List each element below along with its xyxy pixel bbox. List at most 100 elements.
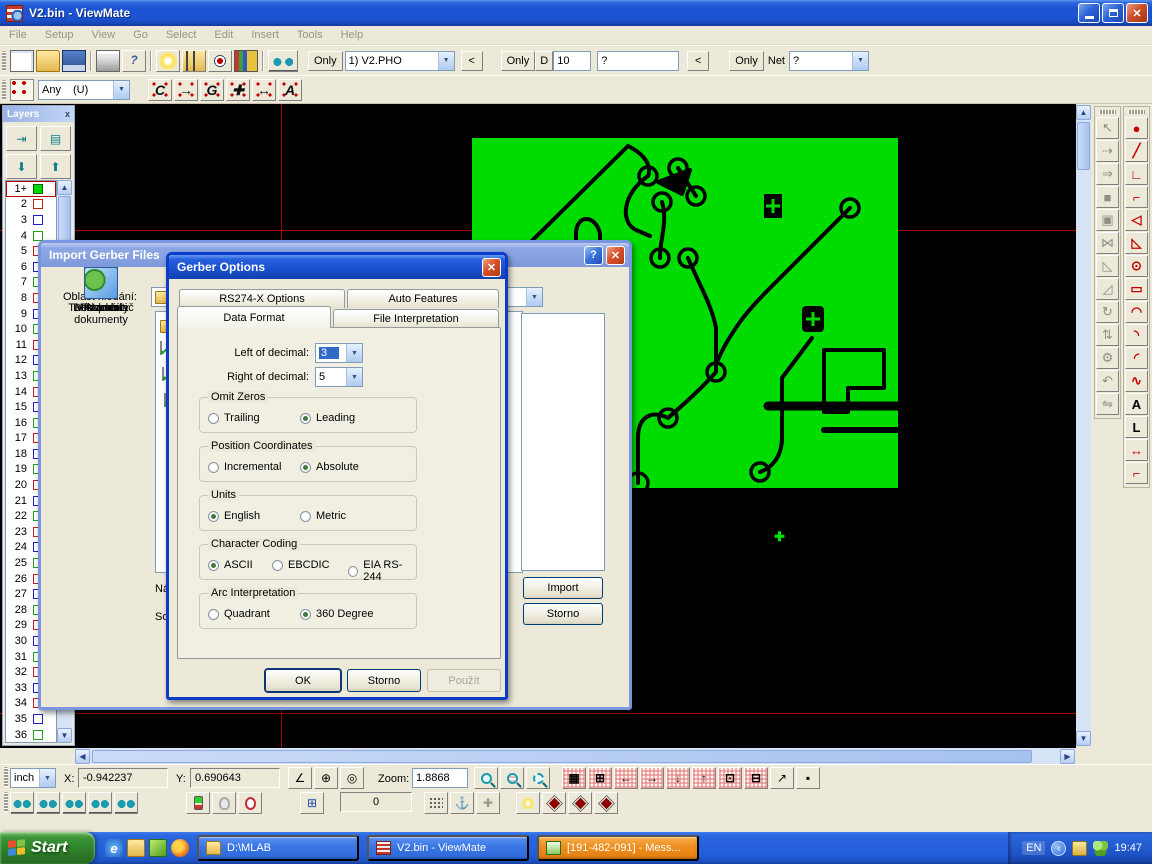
scroll-left-icon[interactable]: ◀: [75, 749, 90, 764]
selection-filter-combo[interactable]: Any(U) ▼: [38, 80, 130, 100]
radio-option[interactable]: EBCDIC: [272, 559, 330, 571]
layer-row[interactable]: 35: [6, 711, 56, 727]
vector-move-icon[interactable]: ✚: [476, 792, 500, 814]
gerber-file-icon[interactable]: [160, 341, 162, 355]
select-text-button[interactable]: A: [278, 79, 302, 101]
help-button[interactable]: ?: [584, 246, 603, 265]
layer-row[interactable]: 1+: [6, 181, 56, 197]
width-tool[interactable]: ↔: [1125, 439, 1148, 461]
toolbar-grip[interactable]: [4, 767, 8, 787]
menu-item[interactable]: Help: [332, 28, 373, 42]
rotate-tool[interactable]: ↻: [1096, 301, 1119, 323]
select-component-button[interactable]: C: [148, 79, 172, 101]
layer-color-swatch[interactable]: [33, 714, 43, 724]
layer-down-button[interactable]: ⬇: [6, 154, 37, 179]
dcode-filter-field[interactable]: ?: [597, 51, 679, 71]
tray-icq-icon[interactable]: [1093, 841, 1108, 856]
find-location-icon[interactable]: ◎: [340, 767, 364, 789]
radio-option[interactable]: Incremental: [208, 461, 281, 473]
anchor-icon[interactable]: ⚓: [450, 792, 474, 814]
scroll-up-icon[interactable]: ▲: [1076, 105, 1091, 120]
dcode-target-icon[interactable]: [208, 50, 232, 72]
layer-combo[interactable]: 1) V2.PHO▼: [345, 51, 455, 71]
left-decimal-combo[interactable]: 3 ▼: [315, 343, 363, 363]
radio-option[interactable]: Leading: [300, 412, 355, 424]
settings-tool[interactable]: ⚙: [1096, 347, 1119, 369]
arc-tool[interactable]: ◠: [1125, 301, 1148, 323]
close-button[interactable]: ✕: [1126, 3, 1148, 23]
zoom-value-field[interactable]: 1.8868: [412, 768, 468, 788]
step-right-icon[interactable]: →: [640, 767, 664, 789]
menu-item[interactable]: Setup: [36, 28, 83, 42]
open-file-icon[interactable]: [36, 50, 60, 72]
menu-item[interactable]: Select: [157, 28, 206, 42]
firefox-icon[interactable]: [171, 839, 189, 857]
green-app-icon[interactable]: [149, 839, 167, 857]
layer-row[interactable]: 2: [6, 197, 56, 213]
toolbar-grip[interactable]: [1099, 110, 1116, 114]
radio-option[interactable]: English: [208, 510, 260, 522]
apply-button[interactable]: Použít: [427, 669, 501, 692]
import-button[interactable]: Import: [523, 577, 603, 599]
task-message[interactable]: [191-482-091] - Mess...: [537, 835, 699, 861]
cancel-button[interactable]: Storno: [523, 603, 603, 625]
pointer-tool[interactable]: ↖: [1096, 117, 1119, 139]
circle-tool[interactable]: ⊙: [1125, 255, 1148, 277]
scroll-down-icon[interactable]: ▼: [57, 728, 72, 743]
step-down-icon[interactable]: ↓: [666, 767, 690, 789]
filled-rect-tool[interactable]: ■: [1096, 186, 1119, 208]
examine-icon[interactable]: [268, 50, 298, 72]
pad-style-scaled-icon[interactable]: [568, 792, 592, 814]
pad-tool[interactable]: ●: [1125, 117, 1148, 139]
horizontal-scroll-thumb[interactable]: [92, 750, 1032, 763]
swap-tool[interactable]: ⇅: [1096, 324, 1119, 346]
pattern-selection-icon[interactable]: ▪: [796, 767, 820, 789]
radio-option[interactable]: ASCII: [208, 559, 253, 571]
copy-step-icon[interactable]: ⊡: [718, 767, 742, 789]
zoom-window-icon[interactable]: [526, 767, 550, 789]
select-next-button[interactable]: →: [174, 79, 198, 101]
mirror-tool[interactable]: ⋈: [1096, 232, 1119, 254]
open-shape-tool[interactable]: ◁: [1125, 209, 1148, 231]
start-button[interactable]: Start: [0, 832, 95, 864]
tile-windows-icon[interactable]: ⊞: [300, 792, 324, 814]
toolbar-grip[interactable]: [4, 792, 8, 812]
highlight-lamp-icon[interactable]: [186, 792, 210, 814]
set-origin-icon[interactable]: ⊕: [314, 767, 338, 789]
pad-style-alt-icon[interactable]: [594, 792, 618, 814]
select-group-button[interactable]: G: [200, 79, 224, 101]
toolbar-grip[interactable]: [1128, 110, 1145, 114]
dcode-value-field[interactable]: 10: [553, 51, 591, 71]
menu-item[interactable]: Go: [124, 28, 157, 42]
step-measure-icon[interactable]: ▦: [562, 767, 586, 789]
hide-icons-chevron[interactable]: ‹: [1051, 841, 1066, 856]
text-tool[interactable]: A: [1125, 393, 1148, 415]
view-sketch-icon[interactable]: [114, 792, 138, 814]
scroll-down-icon[interactable]: ▼: [1076, 731, 1091, 746]
radio-option[interactable]: Absolute: [300, 461, 359, 473]
only-dcode-button[interactable]: Only: [501, 51, 536, 71]
close-dialog-button[interactable]: ✕: [606, 246, 625, 265]
view-all-layers-icon[interactable]: [10, 792, 34, 814]
ie-icon[interactable]: e: [105, 839, 123, 857]
radio-option[interactable]: EIA RS-244: [348, 559, 416, 583]
paste-step-icon[interactable]: ⊟: [744, 767, 768, 789]
select-cross-button[interactable]: ✚: [226, 79, 250, 101]
zoom-in-icon[interactable]: [474, 767, 498, 789]
tray-note-icon[interactable]: [1072, 841, 1087, 856]
vertical-scrollbar[interactable]: ▲ ▼: [1076, 105, 1091, 746]
ok-button[interactable]: OK: [265, 669, 341, 692]
scroll-up-icon[interactable]: ▲: [57, 180, 72, 195]
step-up-icon[interactable]: ↑: [692, 767, 716, 789]
polyline-tool[interactable]: ∟: [1125, 163, 1148, 185]
prev-dcode-button[interactable]: <: [687, 51, 709, 71]
new-file-icon[interactable]: [10, 50, 34, 72]
dcode-button[interactable]: D: [535, 51, 553, 71]
bend-tool[interactable]: ⌐: [1125, 462, 1148, 484]
context-help-icon[interactable]: ?: [122, 50, 146, 72]
view-outlines-icon[interactable]: [36, 792, 60, 814]
toolbar-grip[interactable]: [2, 80, 6, 100]
rect-tool[interactable]: ▣: [1096, 209, 1119, 231]
prev-layer-button[interactable]: <: [461, 51, 483, 71]
layer-up-button[interactable]: ⬆: [40, 154, 71, 179]
